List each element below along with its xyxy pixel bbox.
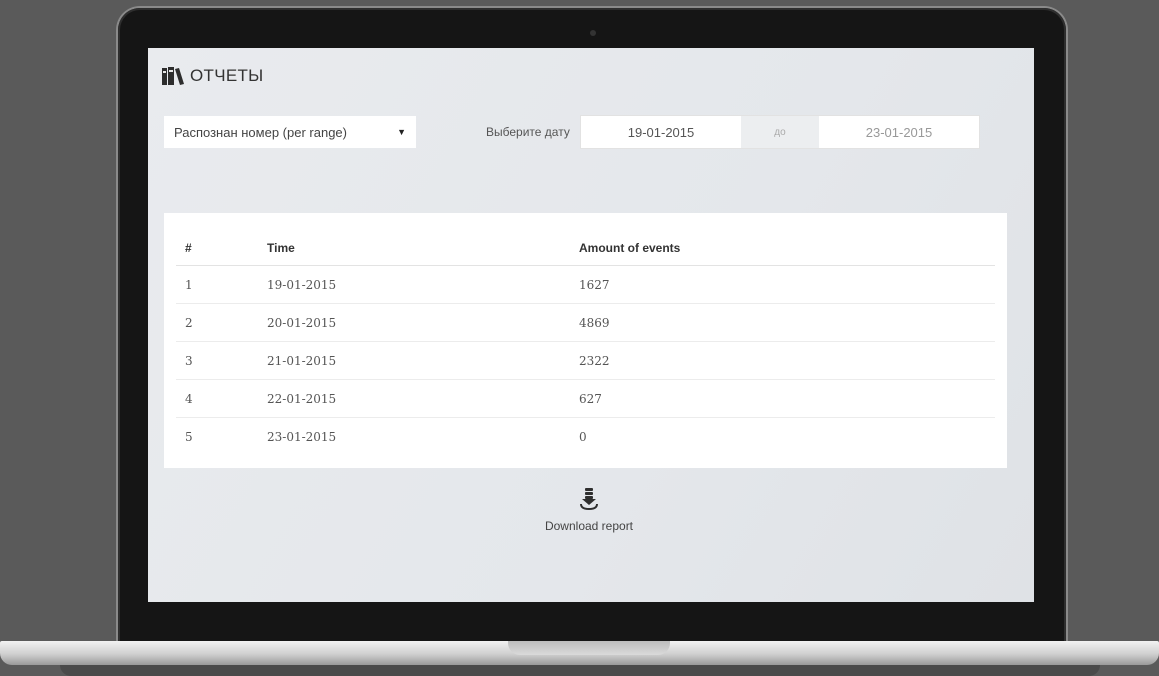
table-row: 1 19-01-2015 1627 xyxy=(176,265,995,304)
date-range-picker: до xyxy=(580,115,980,149)
table-row: 2 20-01-2015 4869 xyxy=(176,303,995,342)
report-table-card: # Time Amount of events 1 19-01-2015 162… xyxy=(164,213,1007,468)
row-number: 4 xyxy=(176,379,258,418)
laptop-base-notch xyxy=(508,641,670,655)
column-header-amount: Amount of events xyxy=(570,231,995,266)
table-row: 5 23-01-2015 0 xyxy=(176,418,995,456)
date-separator: до xyxy=(741,116,819,148)
page-title: ОТЧЕТЫ xyxy=(190,66,264,85)
date-label: Выберите дату xyxy=(486,125,570,139)
row-amount: 1627 xyxy=(570,265,995,304)
app-screen: ОТЧЕТЫ Распознан номер (per range) ▼ Выб… xyxy=(148,48,1034,602)
row-number: 1 xyxy=(176,265,258,304)
download-icon xyxy=(580,488,598,515)
row-time: 22-01-2015 xyxy=(258,379,570,418)
download-report-button[interactable]: Download report xyxy=(529,488,649,533)
report-type-value: Распознан номер (per range) xyxy=(174,124,347,140)
row-number: 5 xyxy=(185,429,193,444)
dropdown-arrow-icon: ▼ xyxy=(397,127,406,137)
books-icon xyxy=(162,67,184,85)
table-row: 3 21-01-2015 2322 xyxy=(176,341,995,380)
row-amount: 4869 xyxy=(570,303,995,342)
row-time: 19-01-2015 xyxy=(258,265,570,304)
laptop-base-shadow xyxy=(60,665,1100,676)
row-time: 23-01-2015 xyxy=(267,429,337,444)
date-from-input[interactable] xyxy=(581,116,741,148)
row-number: 3 xyxy=(176,341,258,380)
table-header-row: # Time Amount of events xyxy=(176,231,995,266)
report-table: # Time Amount of events 1 19-01-2015 162… xyxy=(176,231,995,455)
row-amount: 2322 xyxy=(570,341,995,380)
camera xyxy=(590,30,596,36)
row-amount: 0 xyxy=(579,429,587,444)
row-time: 21-01-2015 xyxy=(258,341,570,380)
download-report-label: Download report xyxy=(544,519,634,533)
column-header-time: Time xyxy=(258,231,570,266)
row-amount: 627 xyxy=(570,379,995,418)
column-header-number: # xyxy=(176,231,258,266)
row-number: 2 xyxy=(176,303,258,342)
row-time: 20-01-2015 xyxy=(258,303,570,342)
report-type-select[interactable]: Распознан номер (per range) ▼ xyxy=(164,116,416,148)
page-header: ОТЧЕТЫ xyxy=(162,66,264,86)
date-to-input[interactable] xyxy=(819,116,979,148)
table-row: 4 22-01-2015 627 xyxy=(176,379,995,418)
